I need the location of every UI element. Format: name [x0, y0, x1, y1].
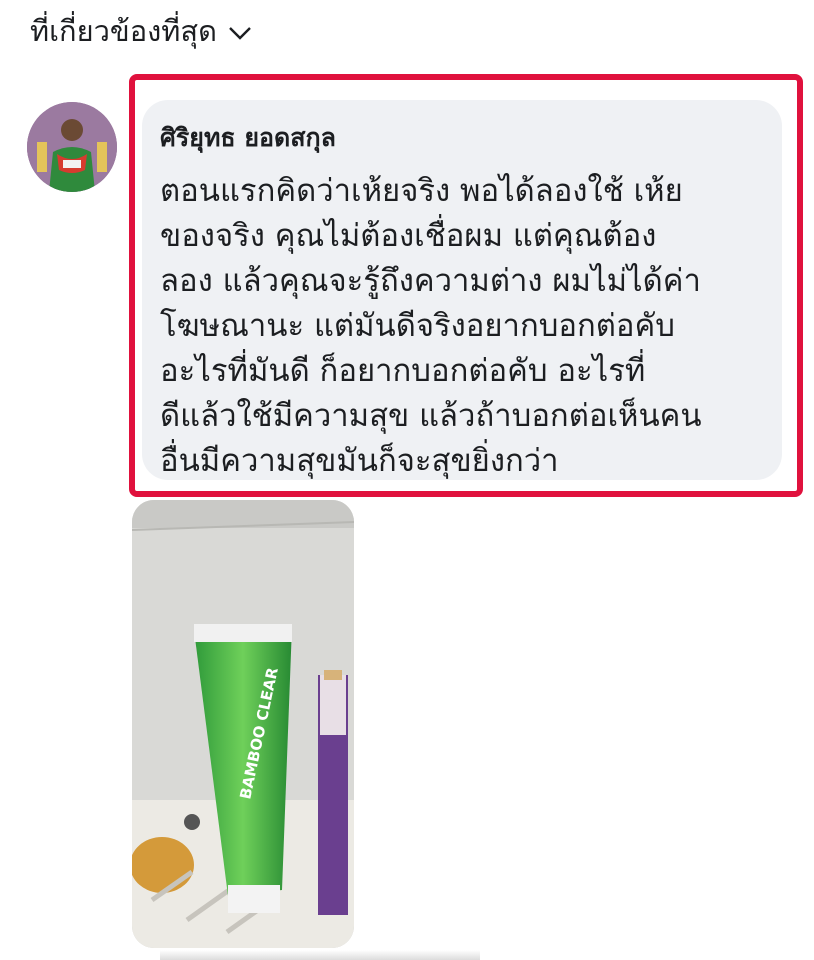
comment-text-line: อื่นมีความสุขมันก็จะสุขยิ่งกว่า	[160, 443, 559, 479]
comment-text-line: ตอนแรกคิดว่าเห้ยจริง พอได้ลองใช้ เห้ย	[160, 173, 683, 209]
comment-text-line: โฆษณานะ แต่มันดีจริงอยากบอกต่อคับ	[160, 308, 675, 344]
avatar[interactable]	[27, 102, 117, 192]
avatar-photo	[27, 102, 117, 192]
next-content-hint	[160, 950, 480, 960]
chevron-down-icon	[229, 27, 251, 40]
comment-text-line: ลอง แล้วคุณจะรู้ถึงความต่าง ผมไม่ได้ค่า	[160, 263, 701, 299]
sort-dropdown[interactable]: ที่เกี่ยวข้องที่สุด	[30, 8, 253, 54]
sort-label: ที่เกี่ยวข้องที่สุด	[30, 14, 217, 48]
comment-photo[interactable]: BAMBOO CLEAR	[132, 500, 354, 948]
toothpaste-photo: BAMBOO CLEAR	[132, 500, 354, 948]
comment-author[interactable]: ศิริยุทธ ยอดสกุล	[160, 118, 336, 158]
comment-text-line: ดีแล้วใช้มีความสุข แล้วถ้าบอกต่อเห็นคน	[160, 398, 702, 434]
comment-text-line: อะไรที่มันดี ก็อยากบอกต่อคับ อะไรที่	[160, 353, 646, 389]
comment-text-line: ของจริง คุณไม่ต้องเชื่อผม แต่คุณต้อง	[160, 218, 657, 254]
